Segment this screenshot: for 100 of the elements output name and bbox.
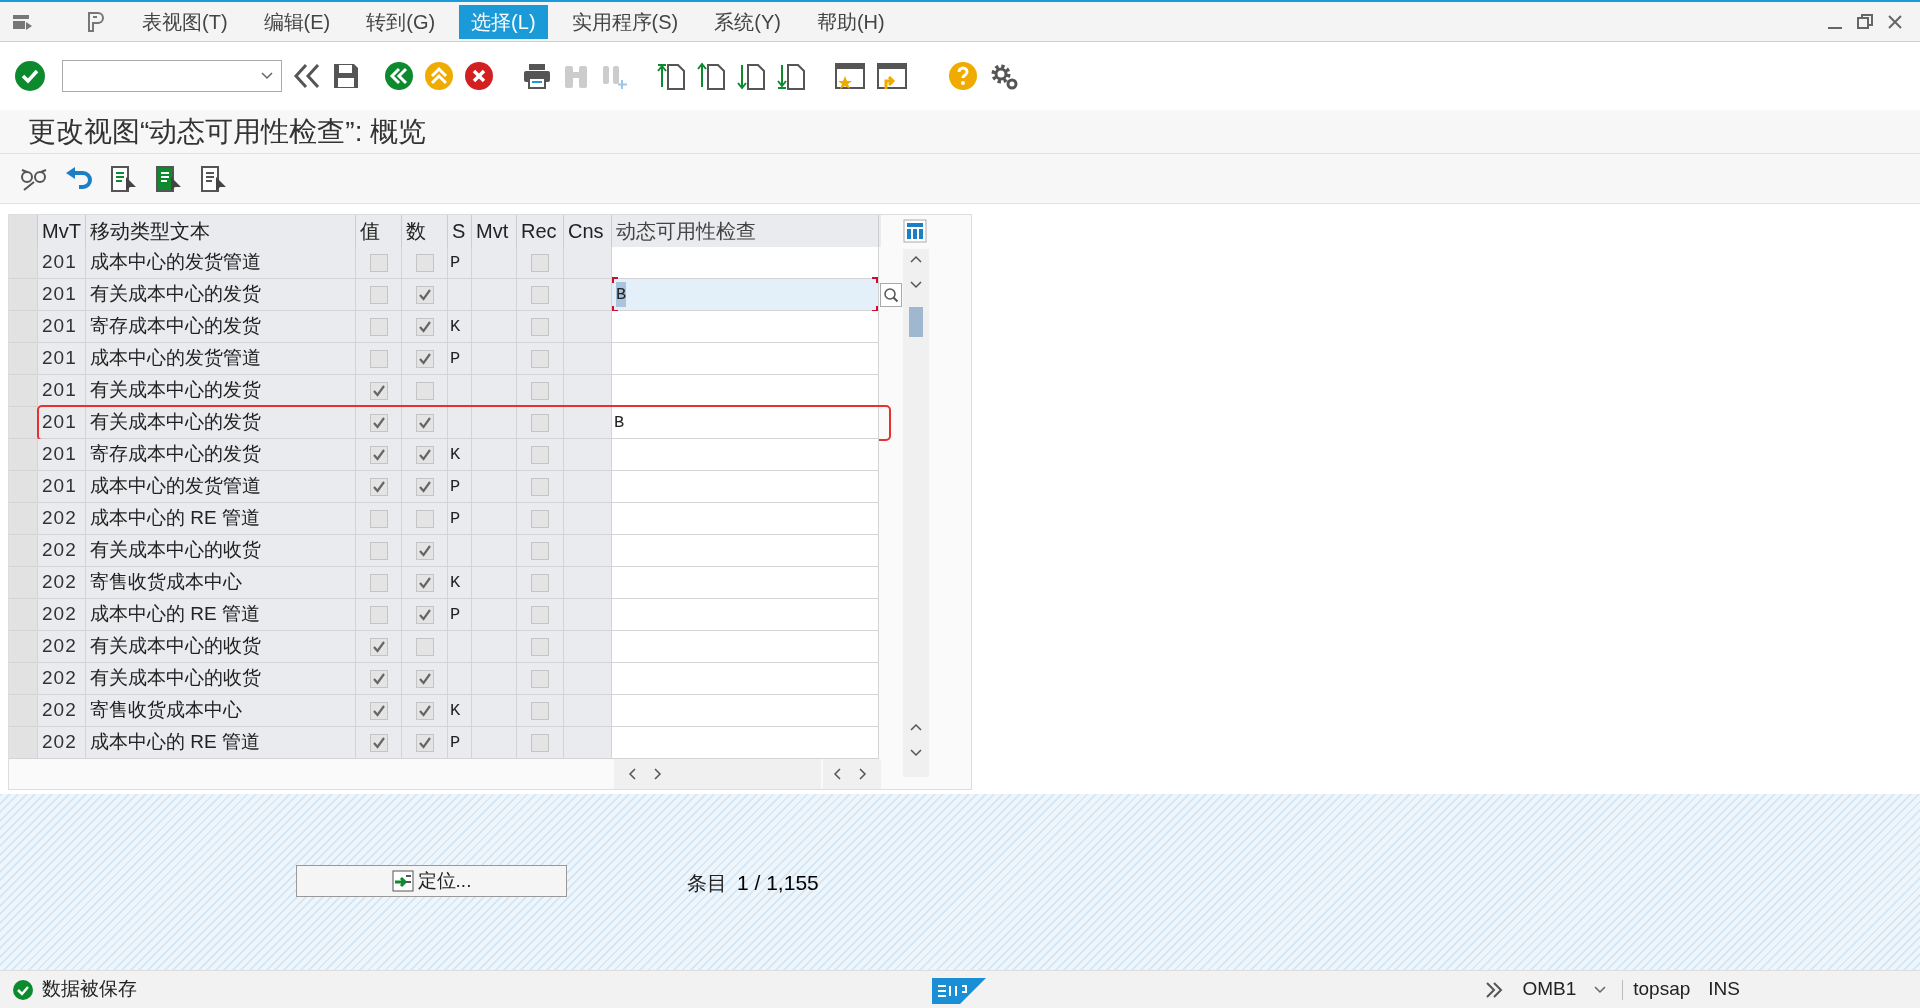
scroll-down-icon[interactable] bbox=[910, 281, 922, 289]
checkbox[interactable] bbox=[415, 669, 434, 688]
scroll-up-icon[interactable] bbox=[910, 723, 922, 731]
menu-item[interactable]: 编辑(E) bbox=[251, 4, 343, 39]
menu-item[interactable]: 帮助(H) bbox=[804, 4, 897, 39]
table-cell: 有关成本中心的收货 bbox=[86, 535, 356, 567]
search-help-button[interactable] bbox=[880, 283, 902, 307]
checkbox[interactable] bbox=[531, 733, 549, 752]
back-icon[interactable] bbox=[384, 61, 414, 91]
checkbox[interactable] bbox=[415, 381, 434, 400]
checkbox[interactable] bbox=[369, 253, 388, 272]
table-cell: 202 bbox=[38, 599, 86, 631]
checkbox[interactable] bbox=[531, 509, 549, 528]
checkbox[interactable] bbox=[531, 317, 549, 336]
scroll-right-icon[interactable] bbox=[654, 768, 662, 780]
select-all-cell[interactable] bbox=[9, 215, 38, 247]
menu-item[interactable]: 系统(Y) bbox=[702, 4, 793, 39]
checkbox[interactable] bbox=[369, 477, 388, 496]
command-field[interactable] bbox=[62, 60, 282, 92]
undo-icon[interactable] bbox=[65, 166, 93, 191]
first-page-icon[interactable] bbox=[656, 61, 686, 91]
last-page-icon[interactable] bbox=[776, 61, 806, 91]
scroll-left-icon[interactable] bbox=[833, 768, 841, 780]
checkbox[interactable] bbox=[415, 541, 434, 560]
checkbox[interactable] bbox=[531, 349, 549, 368]
checkbox[interactable] bbox=[415, 701, 434, 720]
checkbox[interactable] bbox=[369, 413, 388, 432]
position-button[interactable]: 定位... bbox=[296, 865, 567, 897]
success-icon bbox=[12, 978, 34, 1001]
document-arrow-icon[interactable] bbox=[200, 164, 228, 193]
checkbox[interactable] bbox=[369, 541, 388, 560]
menu-item[interactable]: 表视图(T) bbox=[130, 4, 240, 39]
checkbox[interactable] bbox=[531, 541, 549, 560]
table-cell: 201 bbox=[38, 311, 86, 343]
checkbox[interactable] bbox=[369, 701, 388, 720]
save-icon[interactable] bbox=[332, 62, 360, 90]
table-cell: 有关成本中心的发货 bbox=[86, 407, 356, 439]
checkbox[interactable] bbox=[531, 413, 549, 432]
checkbox[interactable] bbox=[415, 477, 434, 496]
checkbox[interactable] bbox=[531, 701, 549, 720]
checkbox[interactable] bbox=[531, 253, 549, 272]
menu-icon[interactable] bbox=[12, 12, 34, 31]
checkbox[interactable] bbox=[531, 285, 549, 304]
checkbox[interactable] bbox=[415, 637, 434, 656]
checkbox[interactable] bbox=[415, 509, 434, 528]
document-arrow-icon[interactable] bbox=[110, 164, 138, 193]
checkbox[interactable] bbox=[415, 349, 434, 368]
checkbox[interactable] bbox=[369, 637, 388, 656]
status-message: 数据被保存 bbox=[42, 977, 137, 1002]
checkbox[interactable] bbox=[415, 317, 434, 336]
scrollbar-thumb[interactable] bbox=[909, 307, 923, 337]
cancel-icon[interactable] bbox=[464, 61, 494, 91]
close-icon[interactable] bbox=[1886, 12, 1904, 31]
scroll-down-icon[interactable] bbox=[910, 749, 922, 757]
double-chevron-icon[interactable] bbox=[1484, 980, 1505, 999]
next-page-icon[interactable] bbox=[736, 61, 766, 91]
transaction-code[interactable]: OMB1 bbox=[1522, 975, 1577, 1004]
checkbox[interactable] bbox=[531, 637, 549, 656]
row-selector[interactable] bbox=[9, 407, 38, 439]
enter-icon[interactable] bbox=[14, 60, 46, 92]
vertical-scrollbar[interactable] bbox=[903, 249, 929, 777]
checkbox[interactable] bbox=[415, 445, 434, 464]
checkbox[interactable] bbox=[415, 605, 434, 624]
restore-icon[interactable] bbox=[1856, 12, 1874, 31]
checkbox[interactable] bbox=[369, 573, 388, 592]
scroll-up-icon[interactable] bbox=[910, 255, 922, 263]
checkbox[interactable] bbox=[369, 317, 388, 336]
checkbox[interactable] bbox=[415, 733, 434, 752]
checkbox[interactable] bbox=[369, 285, 388, 304]
checkbox[interactable] bbox=[369, 669, 388, 688]
menu-item[interactable]: 实用程序(S) bbox=[559, 4, 691, 39]
checkbox[interactable] bbox=[369, 733, 388, 752]
scroll-right-icon[interactable] bbox=[859, 768, 867, 780]
checkbox[interactable] bbox=[415, 573, 434, 592]
print-icon[interactable] bbox=[522, 62, 552, 90]
checkbox[interactable] bbox=[531, 605, 549, 624]
document-arrow-icon[interactable] bbox=[155, 164, 183, 193]
checkbox[interactable] bbox=[531, 381, 549, 400]
checkbox[interactable] bbox=[531, 445, 549, 464]
dropdown-icon[interactable] bbox=[1594, 985, 1607, 994]
checkbox[interactable] bbox=[369, 445, 388, 464]
checkbox[interactable] bbox=[531, 573, 549, 592]
checkbox[interactable] bbox=[369, 381, 388, 400]
dropdown-icon[interactable] bbox=[261, 72, 273, 80]
checkbox[interactable] bbox=[369, 605, 388, 624]
checkbox[interactable] bbox=[369, 349, 388, 368]
checkbox[interactable] bbox=[415, 413, 434, 432]
checkbox[interactable] bbox=[531, 477, 549, 496]
previous-page-icon[interactable] bbox=[696, 61, 726, 91]
menu-item[interactable]: 转到(G) bbox=[354, 4, 448, 39]
horizontal-scrollbar[interactable] bbox=[614, 759, 821, 789]
checkbox[interactable] bbox=[415, 285, 434, 304]
checkbox[interactable] bbox=[415, 253, 434, 272]
checkbox[interactable] bbox=[369, 509, 388, 528]
table-cell: 202 bbox=[38, 503, 86, 535]
horizontal-scrollbar[interactable] bbox=[823, 759, 881, 789]
double-chevron-icon[interactable] bbox=[292, 62, 322, 90]
table-settings-icon[interactable] bbox=[903, 219, 927, 243]
scroll-left-icon[interactable] bbox=[628, 768, 636, 780]
checkbox[interactable] bbox=[531, 669, 549, 688]
